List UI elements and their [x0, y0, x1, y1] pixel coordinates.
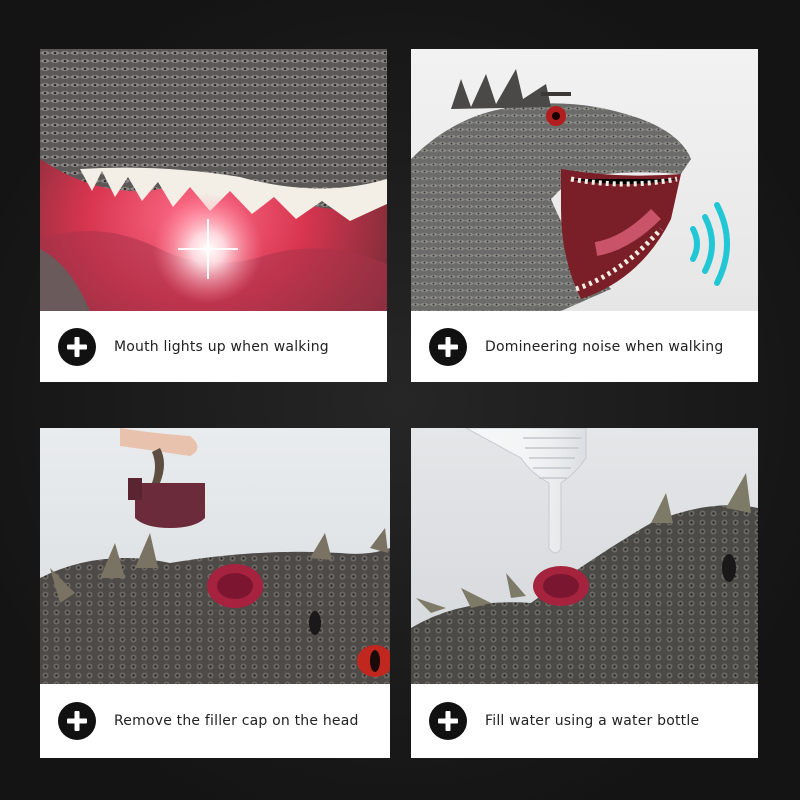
- photo-filling-water: [411, 428, 758, 684]
- caption-text: Fill water using a water bottle: [485, 713, 700, 729]
- feature-caption: Domineering noise when walking: [411, 311, 758, 382]
- plus-icon: [58, 327, 96, 366]
- feature-caption: Remove the filler cap on the head: [40, 684, 390, 758]
- photo-roaring-dinosaur: [411, 49, 758, 311]
- feature-card-mouth-light: Mouth lights up when walking: [40, 49, 387, 382]
- feature-caption: Mouth lights up when walking: [40, 311, 387, 382]
- plus-icon: [429, 327, 467, 366]
- caption-text: Remove the filler cap on the head: [114, 713, 359, 729]
- photo-removing-filler-cap: [40, 428, 390, 684]
- feature-caption: Fill water using a water bottle: [411, 684, 758, 758]
- feature-card-fill-water: Fill water using a water bottle: [411, 428, 758, 758]
- feature-card-filler-cap: Remove the filler cap on the head: [40, 428, 390, 758]
- photo-glowing-mouth: [40, 49, 387, 311]
- plus-icon: [429, 702, 467, 740]
- plus-icon: [58, 702, 96, 740]
- caption-text: Domineering noise when walking: [485, 338, 724, 355]
- feature-card-noise: Domineering noise when walking: [411, 49, 758, 382]
- caption-text: Mouth lights up when walking: [114, 338, 329, 355]
